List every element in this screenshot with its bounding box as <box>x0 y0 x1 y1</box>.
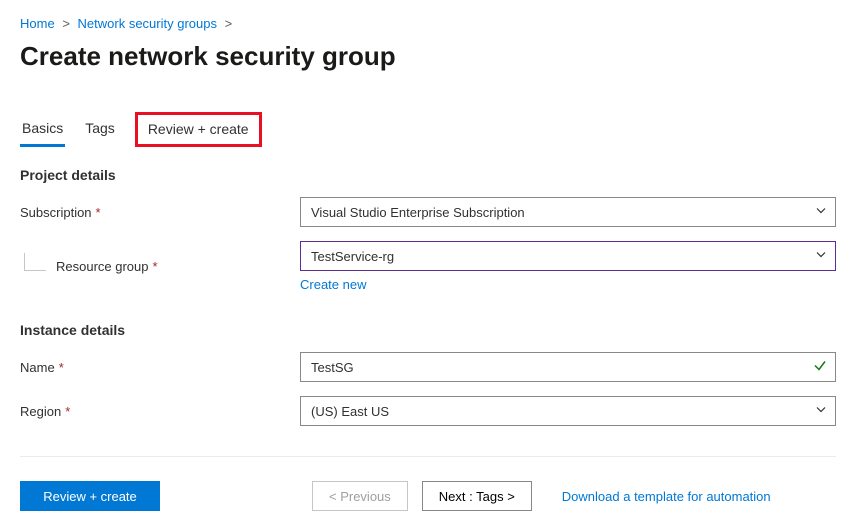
breadcrumb-nsg[interactable]: Network security groups <box>78 16 217 31</box>
create-new-link[interactable]: Create new <box>300 277 366 292</box>
label-region: Region* <box>20 404 300 419</box>
page-title: Create network security group <box>20 41 836 72</box>
previous-button: < Previous <box>312 481 408 511</box>
tree-indent-icon <box>24 253 46 271</box>
row-name: Name* TestSG <box>20 352 836 382</box>
checkmark-icon <box>813 359 827 376</box>
section-project-details: Project details <box>20 167 836 183</box>
footer-bar: Review + create < Previous Next : Tags >… <box>20 456 836 511</box>
next-button[interactable]: Next : Tags > <box>422 481 532 511</box>
label-name: Name* <box>20 360 300 375</box>
chevron-down-icon <box>815 249 827 264</box>
tab-basics[interactable]: Basics <box>20 112 65 147</box>
download-template-link[interactable]: Download a template for automation <box>562 489 771 504</box>
subscription-select[interactable]: Visual Studio Enterprise Subscription <box>300 197 836 227</box>
row-subscription: Subscription* Visual Studio Enterprise S… <box>20 197 836 227</box>
tab-tags[interactable]: Tags <box>83 112 117 147</box>
chevron-right-icon: > <box>62 16 70 31</box>
tabs: Basics Tags Review + create <box>20 112 836 147</box>
tab-review-create[interactable]: Review + create <box>135 112 262 147</box>
breadcrumb-home[interactable]: Home <box>20 16 55 31</box>
row-resource-group: Resource group* TestService-rg Create ne… <box>20 241 836 292</box>
section-instance-details: Instance details <box>20 322 836 338</box>
chevron-right-icon: > <box>225 16 233 31</box>
label-resource-group: Resource group* <box>20 259 300 274</box>
label-subscription: Subscription* <box>20 205 300 220</box>
resource-group-select[interactable]: TestService-rg <box>300 241 836 271</box>
row-region: Region* (US) East US <box>20 396 836 426</box>
name-input[interactable]: TestSG <box>300 352 836 382</box>
breadcrumb: Home > Network security groups > <box>20 16 836 31</box>
region-select[interactable]: (US) East US <box>300 396 836 426</box>
review-create-button[interactable]: Review + create <box>20 481 160 511</box>
chevron-down-icon <box>815 404 827 419</box>
chevron-down-icon <box>815 205 827 220</box>
